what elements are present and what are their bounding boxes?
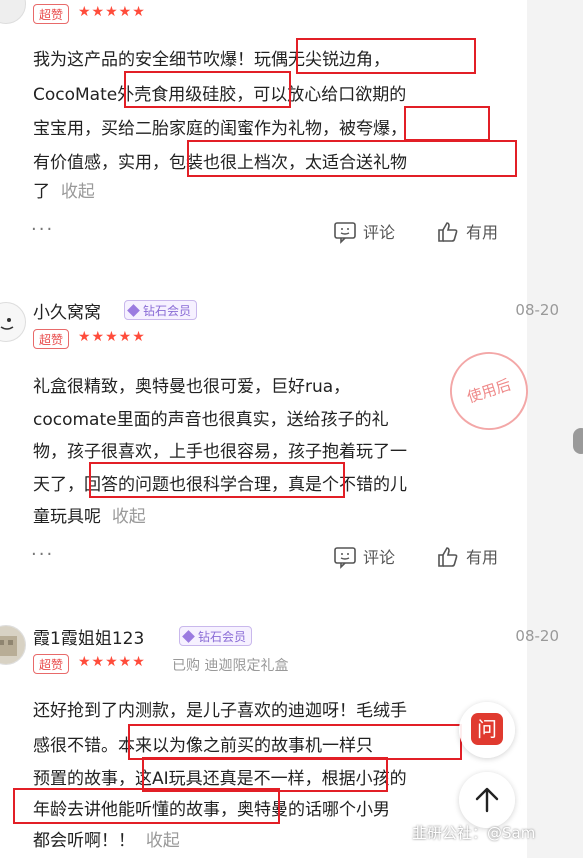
review-text-line: 都会听啊！！ 收起: [33, 831, 180, 851]
highlight-box: [187, 140, 517, 177]
collapse-link[interactable]: 收起: [112, 507, 146, 527]
comment-button[interactable]: 评论: [333, 544, 395, 569]
scroll-handle[interactable]: [573, 428, 583, 454]
diamond-icon: [182, 630, 195, 643]
review-text-line: 宝宝用，买给二胎家庭的闺蜜作为礼物，被夸爆，: [33, 119, 407, 139]
avatar[interactable]: [0, 625, 26, 665]
collapse-link[interactable]: 收起: [61, 182, 95, 202]
purchase-info: 已购 迪迦限定礼盒: [172, 658, 289, 674]
comment-button[interactable]: 评论: [333, 219, 395, 244]
highlight-box: [89, 462, 345, 498]
useful-button[interactable]: 有用: [436, 219, 498, 244]
after-use-stamp: 使用后: [439, 341, 539, 441]
review-text-line: cocomate里面的声音也很真实，送给孩子的礼: [33, 410, 389, 430]
highlight-box: [128, 724, 462, 760]
more-icon[interactable]: ···: [31, 544, 54, 565]
collapse-link[interactable]: 收起: [146, 831, 180, 851]
super-praise-badge: 超赞: [33, 4, 69, 24]
member-badge: 钻石会员: [179, 626, 253, 646]
review-date: 08-20: [515, 627, 559, 645]
watermark: 韭研公社：@Sam: [412, 824, 536, 842]
right-scroll-area: [527, 0, 583, 858]
thumbs-up-icon: [438, 547, 458, 567]
review-text-line: 物，孩子很喜欢，上手也很容易，孩子抱着玩了一: [33, 442, 407, 462]
super-praise-badge: 超赞: [33, 654, 69, 674]
review-text-line: 礼盒很精致，奥特曼也很可爱，巨好rua，: [33, 377, 351, 397]
star-rating: ★★★★★: [78, 4, 146, 20]
review-text-line: 还好抢到了内测款，是儿子喜欢的迪迦呀！毛绒手: [33, 701, 407, 721]
review-date: 08-20: [515, 301, 559, 319]
useful-button[interactable]: 有用: [436, 544, 498, 569]
highlight-box: [124, 71, 291, 108]
review-text-line: 童玩具呢 收起: [33, 507, 146, 527]
more-icon[interactable]: ···: [31, 219, 54, 240]
comment-icon: [334, 222, 356, 244]
member-badge: 钻石会员: [124, 300, 198, 320]
avatar[interactable]: [0, 0, 26, 24]
comment-icon: [334, 547, 356, 569]
star-rating: ★★★★★: [78, 654, 146, 670]
avatar[interactable]: [0, 302, 26, 342]
back-to-top-button[interactable]: [459, 772, 515, 828]
ask-question-button[interactable]: 问: [459, 702, 515, 758]
review-text-line: 了 收起: [33, 182, 95, 202]
highlight-box: [13, 788, 280, 824]
thumbs-up-icon: [438, 222, 458, 242]
username[interactable]: 霞1霞姐姐123: [33, 624, 144, 649]
star-rating: ★★★★★: [78, 329, 146, 345]
diamond-icon: [127, 304, 140, 317]
highlight-box: [142, 757, 388, 792]
highlight-box: [404, 106, 490, 141]
arrow-up-icon: [475, 787, 499, 813]
ask-icon: 问: [471, 713, 503, 745]
username[interactable]: 小久窝窝: [33, 298, 101, 323]
highlight-box: [296, 38, 476, 74]
super-praise-badge: 超赞: [33, 329, 69, 349]
